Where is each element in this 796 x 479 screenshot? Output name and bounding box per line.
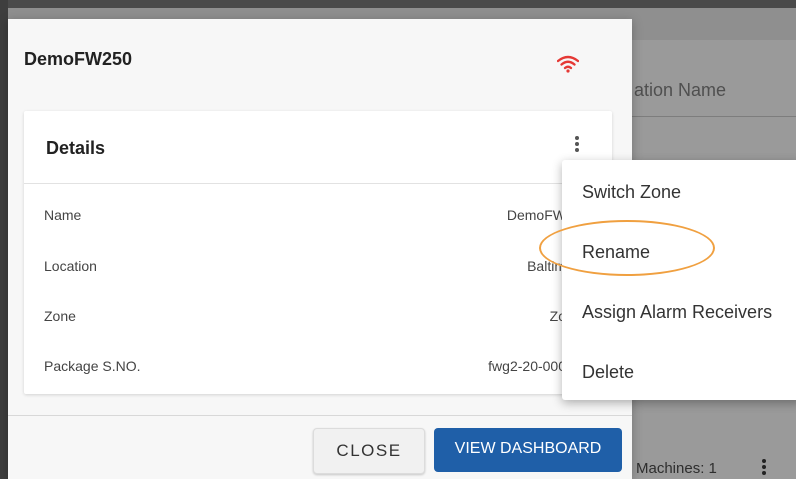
wifi-icon <box>557 55 579 73</box>
background-machines-count: Machines: 1 <box>636 460 717 477</box>
more-options-icon[interactable] <box>572 135 582 157</box>
menu-item-rename[interactable]: Rename <box>582 242 650 263</box>
detail-label-package: Package S.NO. <box>44 358 141 374</box>
context-menu: Switch Zone Rename Assign Alarm Receiver… <box>562 160 796 400</box>
detail-label-zone: Zone <box>44 308 76 324</box>
dialog-footer-divider <box>8 415 632 416</box>
dialog-title: DemoFW250 <box>24 49 133 69</box>
menu-item-delete[interactable]: Delete <box>582 362 634 383</box>
background-header-divider <box>632 116 796 117</box>
detail-value-package: fwg2-20-000 <box>488 358 566 374</box>
top-bar <box>0 0 796 8</box>
view-dashboard-button[interactable]: VIEW DASHBOARD <box>434 428 622 472</box>
background-column-header: ation Name <box>634 80 727 100</box>
details-divider <box>24 183 612 184</box>
device-dialog: DemoFW250 Details Name DemoFW Location B… <box>8 19 632 479</box>
details-title: Details <box>46 138 106 158</box>
menu-item-switch-zone[interactable]: Switch Zone <box>582 182 681 203</box>
detail-label-name: Name <box>44 207 82 223</box>
menu-item-assign-alarm-receivers[interactable]: Assign Alarm Receivers <box>582 302 772 323</box>
background-more-icon <box>760 458 768 478</box>
detail-value-name: DemoFW <box>506 207 566 223</box>
left-bar <box>0 0 8 479</box>
close-button[interactable]: CLOSE <box>313 428 425 474</box>
details-card: Details Name DemoFW Location Baltim Zone… <box>24 111 612 394</box>
detail-value-location: Baltim <box>527 258 566 274</box>
detail-label-location: Location <box>44 258 97 274</box>
